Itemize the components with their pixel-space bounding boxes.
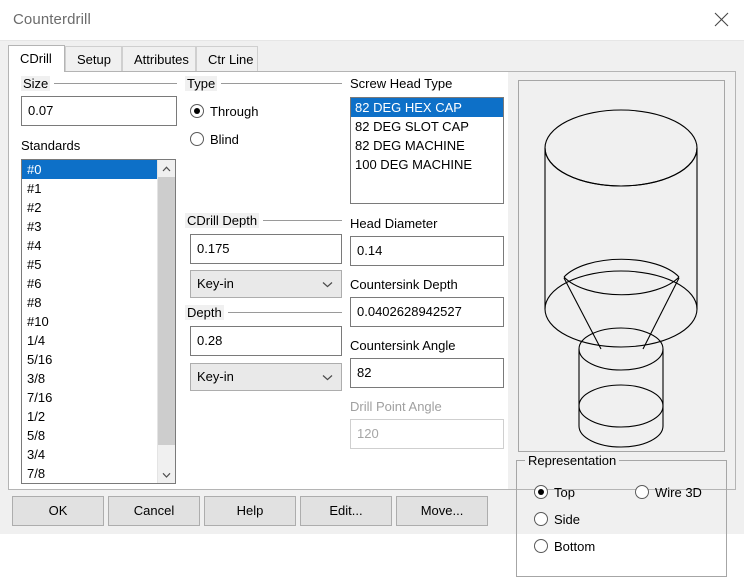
cancel-button[interactable]: Cancel <box>108 496 200 526</box>
cdrill-depth-label: CDrill Depth <box>185 213 260 228</box>
ok-button[interactable]: OK <box>12 496 104 526</box>
radio-type-through[interactable]: Through <box>190 102 258 120</box>
type-group-header: Type <box>185 76 342 91</box>
dialog-button-row: OK Cancel Help Edit... Move... <box>8 496 495 526</box>
counterdrill-dialog: Counterdrill CDrill Setup Attributes Ctr… <box>0 0 744 577</box>
group-rule <box>263 220 342 221</box>
list-item[interactable]: 100 DEG MACHINE <box>351 155 503 174</box>
representation-group: Representation Top Side Bottom Wire 3D <box>516 453 727 577</box>
radio-representation-top[interactable]: Top <box>534 483 575 501</box>
countersink-depth-input[interactable]: 0.0402628942527 <box>350 297 504 327</box>
depth-label: Depth <box>185 305 224 320</box>
size-input[interactable]: 0.07 <box>21 96 177 126</box>
list-item[interactable]: 82 DEG SLOT CAP <box>351 117 503 136</box>
drill-point-angle-input: 120 <box>350 419 504 449</box>
radio-label: Blind <box>210 131 239 147</box>
standards-label: Standards <box>21 138 81 153</box>
representation-label: Representation <box>525 453 620 468</box>
cdrill-depth-input[interactable]: 0.175 <box>190 234 342 264</box>
chevron-up-icon[interactable] <box>158 160 175 177</box>
list-item[interactable]: 3/8 <box>22 369 158 388</box>
chevron-down-icon <box>322 271 333 297</box>
screw-head-type-label: Screw Head Type <box>350 76 453 91</box>
radio-label: Through <box>210 103 259 119</box>
standards-listbox[interactable]: #0 #1 #2 #3 #4 #5 #6 #8 #10 1/4 5/16 3/8… <box>21 159 176 484</box>
counterdrill-wireframe-preview <box>518 80 725 452</box>
list-item[interactable]: 5/8 <box>22 426 158 445</box>
radio-dot <box>635 485 649 499</box>
scrollbar-thumb[interactable] <box>158 177 175 445</box>
standards-scrollbar[interactable] <box>157 160 175 483</box>
depth-mode-combo[interactable]: Key-in <box>190 363 342 391</box>
list-item[interactable]: 5/16 <box>22 350 158 369</box>
countersink-angle-label: Countersink Angle <box>350 338 456 353</box>
help-button[interactable]: Help <box>204 496 296 526</box>
countersink-angle-input[interactable]: 82 <box>350 358 504 388</box>
list-item[interactable]: 3/4 <box>22 445 158 464</box>
type-label: Type <box>185 76 218 91</box>
radio-representation-side[interactable]: Side <box>534 510 580 528</box>
window-title: Counterdrill <box>13 11 91 28</box>
standards-items: #0 #1 #2 #3 #4 #5 #6 #8 #10 1/4 5/16 3/8… <box>22 160 158 483</box>
radio-label: Top <box>554 484 575 500</box>
countersink-depth-label: Countersink Depth <box>350 277 458 292</box>
tab-page-cdrill: Size 0.07 Standards #0 #1 #2 #3 #4 #5 #6… <box>8 71 736 577</box>
radio-label: Side <box>554 511 581 527</box>
tab-cdrill[interactable]: CDrill <box>8 45 65 72</box>
cdrill-settings-pane: Size 0.07 Standards #0 #1 #2 #3 #4 #5 #6… <box>9 72 508 489</box>
depth-group-header: Depth <box>185 305 342 320</box>
radio-representation-wire3d[interactable]: Wire 3D <box>635 483 702 501</box>
tab-ctr-line[interactable]: Ctr Line <box>196 46 258 72</box>
list-item[interactable]: #8 <box>22 293 158 312</box>
radio-dot <box>534 512 548 526</box>
group-rule <box>221 83 342 84</box>
list-item[interactable]: 7/16 <box>22 388 158 407</box>
list-item[interactable]: #2 <box>22 198 158 217</box>
cdrill-depth-mode-value: Key-in <box>197 276 234 291</box>
tab-strip: CDrill Setup Attributes Ctr Line <box>8 45 736 72</box>
size-label: Size <box>21 76 51 91</box>
list-item[interactable]: 82 DEG HEX CAP <box>351 98 503 117</box>
radio-dot <box>190 132 204 146</box>
edit-button[interactable]: Edit... <box>300 496 392 526</box>
radio-label: Bottom <box>554 538 596 554</box>
drill-point-angle-label: Drill Point Angle <box>350 399 442 414</box>
chevron-down-icon[interactable] <box>158 466 175 483</box>
list-item[interactable]: #1 <box>22 179 158 198</box>
tab-attributes[interactable]: Attributes <box>122 46 196 72</box>
radio-dot <box>190 104 204 118</box>
chevron-down-icon <box>322 364 333 390</box>
head-diameter-input[interactable]: 0.14 <box>350 236 504 266</box>
group-rule <box>227 312 342 313</box>
list-item[interactable]: #6 <box>22 274 158 293</box>
move-button[interactable]: Move... <box>396 496 488 526</box>
radio-dot <box>534 539 548 553</box>
list-item[interactable]: #4 <box>22 236 158 255</box>
preview-pane: Representation Top Side Bottom Wire 3D <box>508 72 735 577</box>
group-rule <box>54 83 177 84</box>
head-diameter-label: Head Diameter <box>350 216 438 231</box>
screw-head-items: 82 DEG HEX CAP 82 DEG SLOT CAP 82 DEG MA… <box>351 98 503 203</box>
list-item[interactable]: #3 <box>22 217 158 236</box>
radio-label: Wire 3D <box>655 484 702 500</box>
list-item[interactable]: #5 <box>22 255 158 274</box>
size-group-header: Size <box>21 76 177 91</box>
list-item[interactable]: 1/4 <box>22 331 158 350</box>
list-item[interactable]: 1/2 <box>22 407 158 426</box>
cdrill-depth-group-header: CDrill Depth <box>185 213 342 228</box>
depth-mode-value: Key-in <box>197 369 234 384</box>
close-icon[interactable] <box>698 0 744 39</box>
title-bar: Counterdrill <box>0 0 744 41</box>
list-item[interactable]: #0 <box>22 160 158 179</box>
screw-head-type-listbox[interactable]: 82 DEG HEX CAP 82 DEG SLOT CAP 82 DEG MA… <box>350 97 504 204</box>
cdrill-depth-mode-combo[interactable]: Key-in <box>190 270 342 298</box>
radio-representation-bottom[interactable]: Bottom <box>534 537 595 555</box>
list-item[interactable]: 7/8 <box>22 464 158 483</box>
list-item[interactable]: #10 <box>22 312 158 331</box>
list-item[interactable]: 82 DEG MACHINE <box>351 136 503 155</box>
tab-setup[interactable]: Setup <box>65 46 122 72</box>
radio-type-blind[interactable]: Blind <box>190 130 239 148</box>
radio-dot <box>534 485 548 499</box>
depth-input[interactable]: 0.28 <box>190 326 342 356</box>
